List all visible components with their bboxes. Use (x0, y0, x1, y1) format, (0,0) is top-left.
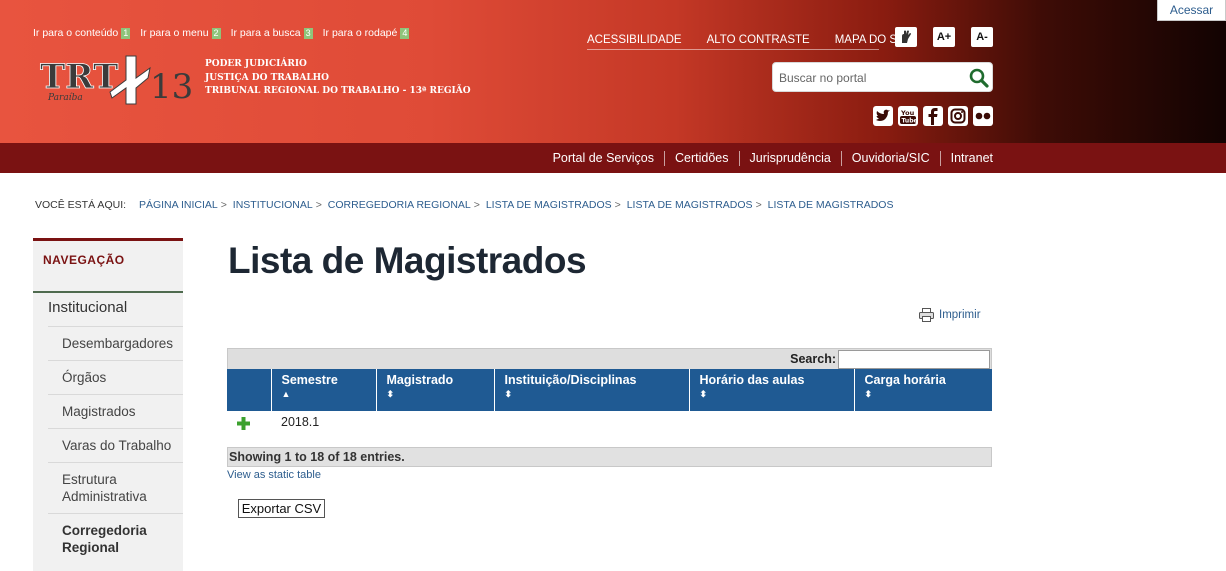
table-row: 2018.1 (227, 411, 992, 437)
sort-both-icon: ⬍ (504, 389, 513, 399)
facebook-icon[interactable] (923, 106, 943, 126)
column-header-horario[interactable]: Horário das aulas ⬍ (688, 369, 854, 411)
nav-portal-servicos[interactable]: Portal de Serviços (543, 151, 664, 166)
org-line-3: TRIBUNAL REGIONAL DO TRABALHO - 13ª REGI… (205, 86, 471, 96)
breadcrumb-item[interactable]: CORREGEDORIA REGIONAL (328, 199, 471, 211)
svg-text:You: You (900, 109, 915, 117)
trt13-logo[interactable]: TRT 13 Paraíba (38, 48, 198, 110)
expand-column-header (227, 369, 271, 411)
login-button[interactable]: Acessar (1157, 0, 1226, 21)
utility-links-underline (587, 49, 879, 50)
sort-both-icon: ⬍ (864, 389, 873, 399)
breadcrumb-item[interactable]: LISTA DE MAGISTRADOS (486, 199, 612, 211)
skip-to-search-link[interactable]: Ir para a busca 3 (231, 27, 313, 39)
accessibility-link[interactable]: ACESSIBILIDADE (587, 28, 682, 46)
table-search-bar: Search: (227, 348, 992, 369)
column-header-magistrado[interactable]: Magistrado ⬍ (375, 369, 494, 411)
svg-text:Tube: Tube (902, 118, 918, 125)
skip-to-menu-link[interactable]: Ir para o menu 2 (140, 27, 221, 39)
print-label: Imprimir (939, 309, 981, 321)
access-keys: Ir para o conteúdo 1 Ir para o menu 2 Ir p… (33, 27, 410, 39)
sort-both-icon: ⬍ (386, 389, 395, 399)
org-line-2: JUSTIÇA DO TRABALHO (205, 72, 329, 83)
sidebar-item-corregedoria-regional[interactable]: Corregedoria Regional (48, 513, 183, 564)
social-links: You Tube (873, 106, 993, 126)
logo-number-text: 13 (150, 67, 193, 107)
nav-intranet[interactable]: Intranet (939, 150, 993, 166)
breadcrumb: VOCÊ ESTÁ AQUI: PÁGINA INICIAL > INSTITUC… (35, 199, 894, 211)
font-decrease-button[interactable]: A- (971, 27, 993, 47)
twitter-icon[interactable] (873, 106, 893, 126)
sidebar-item-magistrados[interactable]: Magistrados (48, 394, 183, 428)
portal-search (772, 62, 993, 92)
page-title: Lista de Magistrados (228, 240, 587, 281)
table-header-row: Semestre ▲ Magistrado ⬍ Instituição/Discip… (227, 369, 992, 411)
high-contrast-link[interactable]: ALTO CONTRASTE (707, 28, 810, 46)
main-navbar: Portal de Serviços Certidões Jurisprudên… (0, 143, 1226, 173)
nav-jurisprudencia[interactable]: Jurisprudência (738, 150, 841, 166)
youtube-icon[interactable]: You Tube (898, 106, 918, 126)
page: Ir para o conteúdo 1 Ir para o menu 2 Ir p… (0, 0, 1226, 571)
view-static-table-link[interactable]: View as static table (227, 469, 321, 481)
navbar-links: Portal de Serviços Certidões Jurisprudên… (543, 143, 993, 173)
logo-region-text: Paraíba (47, 92, 83, 103)
breadcrumb-item[interactable]: INSTITUCIONAL (233, 199, 313, 211)
sort-both-icon: ⬍ (699, 389, 708, 399)
breadcrumb-item[interactable]: LISTA DE MAGISTRADOS (768, 199, 894, 211)
logo-trt-text: TRT (40, 57, 118, 97)
skip-to-content-link[interactable]: Ir para o conteúdo 1 (33, 27, 131, 39)
search-icon[interactable] (969, 68, 989, 88)
sign-language-icon[interactable] (895, 27, 917, 47)
nav-certidoes[interactable]: Certidões (664, 150, 739, 166)
cell-magistrado (376, 411, 494, 437)
cell-horario (689, 411, 854, 437)
print-link[interactable]: Imprimir (919, 308, 981, 322)
column-header-semestre[interactable]: Semestre ▲ (270, 369, 376, 411)
sidebar-section-institucional[interactable]: Institucional (33, 293, 183, 326)
sidebar-item-orgaos[interactable]: Órgãos (48, 360, 183, 394)
expand-plus-icon[interactable] (237, 417, 250, 430)
table-search-input[interactable] (838, 349, 990, 369)
sidebar-item-desembargadores[interactable]: Desembargadores (48, 326, 183, 360)
cell-semestre: 2018.1 (281, 415, 320, 429)
organization-name: PODER JUDICIÁRIO JUSTIÇA DO TRABALHO TRI… (205, 58, 471, 99)
cell-carga-horaria (854, 411, 992, 437)
breadcrumb-item[interactable]: LISTA DE MAGISTRADOS (627, 199, 753, 211)
font-increase-button[interactable]: A+ (933, 27, 955, 47)
breadcrumb-label: VOCÊ ESTÁ AQUI: (35, 199, 127, 211)
cell-instituicao (494, 411, 689, 437)
flickr-icon[interactable] (973, 106, 993, 126)
printer-icon (919, 308, 934, 322)
site-header: Ir para o conteúdo 1 Ir para o menu 2 Ir p… (0, 0, 1226, 143)
expand-cell (227, 411, 271, 437)
export-csv-button[interactable]: Exportar CSV (238, 499, 325, 518)
org-line-1: PODER JUDICIÁRIO (205, 59, 307, 69)
breadcrumb-item[interactable]: PÁGINA INICIAL (139, 199, 218, 211)
column-header-carga-horaria[interactable]: Carga horária ⬍ (853, 369, 992, 411)
skip-to-footer-link[interactable]: Ir para o rodapé 4 (323, 27, 410, 39)
sidebar-navigation: NAVEGAÇÃO Institucional Desembargadores … (33, 238, 183, 571)
sidebar-title: NAVEGAÇÃO (33, 241, 183, 293)
table-info: Showing 1 to 18 of 18 entries. (227, 447, 992, 467)
table-search-label: Search: (790, 352, 836, 366)
nav-ouvidoria[interactable]: Ouvidoria/SIC (840, 150, 940, 166)
column-header-instituicao[interactable]: Instituição/Disciplinas ⬍ (493, 369, 689, 411)
magistrates-table: Semestre ▲ Magistrado ⬍ Instituição/Discip… (227, 369, 992, 437)
sidebar-item-varas-do-trabalho[interactable]: Varas do Trabalho (48, 428, 183, 462)
sidebar-item-estrutura-administrativa[interactable]: Estrutura Administrativa (48, 462, 183, 513)
portal-search-input[interactable] (779, 69, 959, 87)
instagram-icon[interactable] (948, 106, 968, 126)
sort-ascending-icon: ▲ (281, 389, 291, 399)
magistrates-datatable: Search: Semestre ▲ Magistrado ⬍ Instituiçã… (227, 348, 992, 467)
